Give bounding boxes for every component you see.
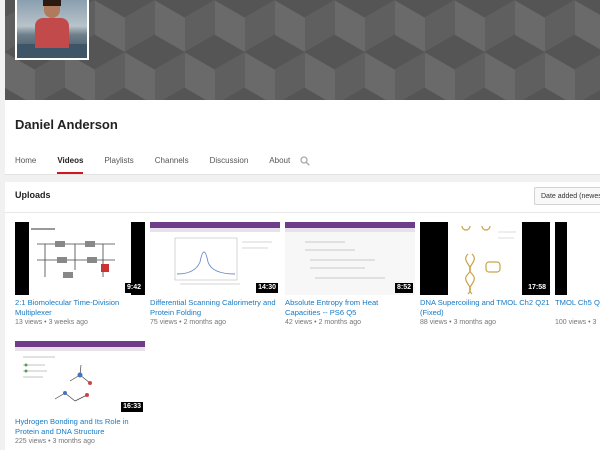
search-icon[interactable] <box>300 156 310 166</box>
video-meta: 100 views • 3 <box>555 319 597 326</box>
video-card[interactable]: 14:30 Differential Scanning Calorimetry … <box>150 222 280 328</box>
video-card[interactable]: 8:52 Absolute Entropy from Heat Capaciti… <box>285 222 415 328</box>
video-card[interactable]: 16:33 Hydrogen Bonding and Its Role in P… <box>15 341 145 447</box>
uploads-heading: Uploads <box>15 190 51 200</box>
video-card[interactable]: 9:42 2:1 Biomolecular Time-Division Mult… <box>15 222 145 328</box>
video-views: 225 views <box>15 438 47 445</box>
video-duration: 8:52 <box>394 283 413 293</box>
video-thumbnail[interactable] <box>555 222 600 295</box>
video-title[interactable]: Absolute Entropy from Heat Capacities --… <box>285 298 415 318</box>
tab-about[interactable]: About <box>269 150 290 174</box>
video-duration: 9:42 <box>124 283 143 293</box>
channel-banner <box>5 0 600 100</box>
sort-dropdown[interactable]: Date added (newest <box>534 187 600 205</box>
video-age: 3 <box>592 319 597 326</box>
video-meta: 42 views • 2 months ago <box>285 319 361 326</box>
video-duration: 16:33 <box>121 402 143 412</box>
tab-home[interactable]: Home <box>15 150 36 174</box>
video-thumbnail[interactable]: 16:33 <box>15 341 145 414</box>
uploads-section: Uploads Date added (newest 9:42 2:1 Biom… <box>5 182 600 450</box>
tab-videos[interactable]: Videos <box>57 150 84 174</box>
video-thumbnail[interactable]: 17:58 <box>420 222 550 295</box>
channel-header: Daniel Anderson Home Videos Playlists Ch… <box>5 100 600 175</box>
video-title[interactable]: 2:1 Biomolecular Time-Division Multiplex… <box>15 298 145 318</box>
video-meta: 75 views • 2 months ago <box>150 319 226 326</box>
video-age: 2 months ago <box>318 319 361 326</box>
video-age: 2 months ago <box>183 319 226 326</box>
video-meta: 13 views • 3 weeks ago <box>15 319 88 326</box>
video-views: 75 views <box>150 319 178 326</box>
video-thumbnail[interactable]: 9:42 <box>15 222 145 295</box>
video-age: 3 months ago <box>52 438 95 445</box>
video-duration: 17:58 <box>526 283 548 293</box>
tab-channels[interactable]: Channels <box>155 150 189 174</box>
tab-discussion[interactable]: Discussion <box>210 150 249 174</box>
video-title[interactable]: TMOL Ch5 Q Problem <box>555 298 600 318</box>
tab-playlists[interactable]: Playlists <box>104 150 133 174</box>
channel-tabs: Home Videos Playlists Channels Discussio… <box>15 150 311 174</box>
video-title[interactable]: DNA Supercoiling and TMOL Ch2 Q21 (Fixed… <box>420 298 550 318</box>
video-views: 13 views <box>15 319 43 326</box>
video-thumbnail[interactable]: 8:52 <box>285 222 415 295</box>
divider <box>5 212 600 213</box>
channel-title[interactable]: Daniel Anderson <box>15 117 118 132</box>
channel-avatar[interactable] <box>15 0 89 60</box>
video-age: 3 months ago <box>453 319 496 326</box>
video-views: 88 views <box>420 319 448 326</box>
video-card[interactable]: TMOL Ch5 Q Problem 100 views • 3 <box>555 222 600 328</box>
video-duration: 14:30 <box>256 283 278 293</box>
channel-page: Daniel Anderson Home Videos Playlists Ch… <box>5 0 600 450</box>
video-title[interactable]: Hydrogen Bonding and Its Role in Protein… <box>15 417 145 437</box>
video-meta: 88 views • 3 months ago <box>420 319 496 326</box>
video-meta: 225 views • 3 months ago <box>15 438 95 445</box>
video-title[interactable]: Differential Scanning Calorimetry and Pr… <box>150 298 280 318</box>
video-age: 3 weeks ago <box>48 319 88 326</box>
video-views: 42 views <box>285 319 313 326</box>
video-card[interactable]: 17:58 DNA Supercoiling and TMOL Ch2 Q21 … <box>420 222 550 328</box>
video-views: 100 views <box>555 319 587 326</box>
video-thumbnail[interactable]: 14:30 <box>150 222 280 295</box>
